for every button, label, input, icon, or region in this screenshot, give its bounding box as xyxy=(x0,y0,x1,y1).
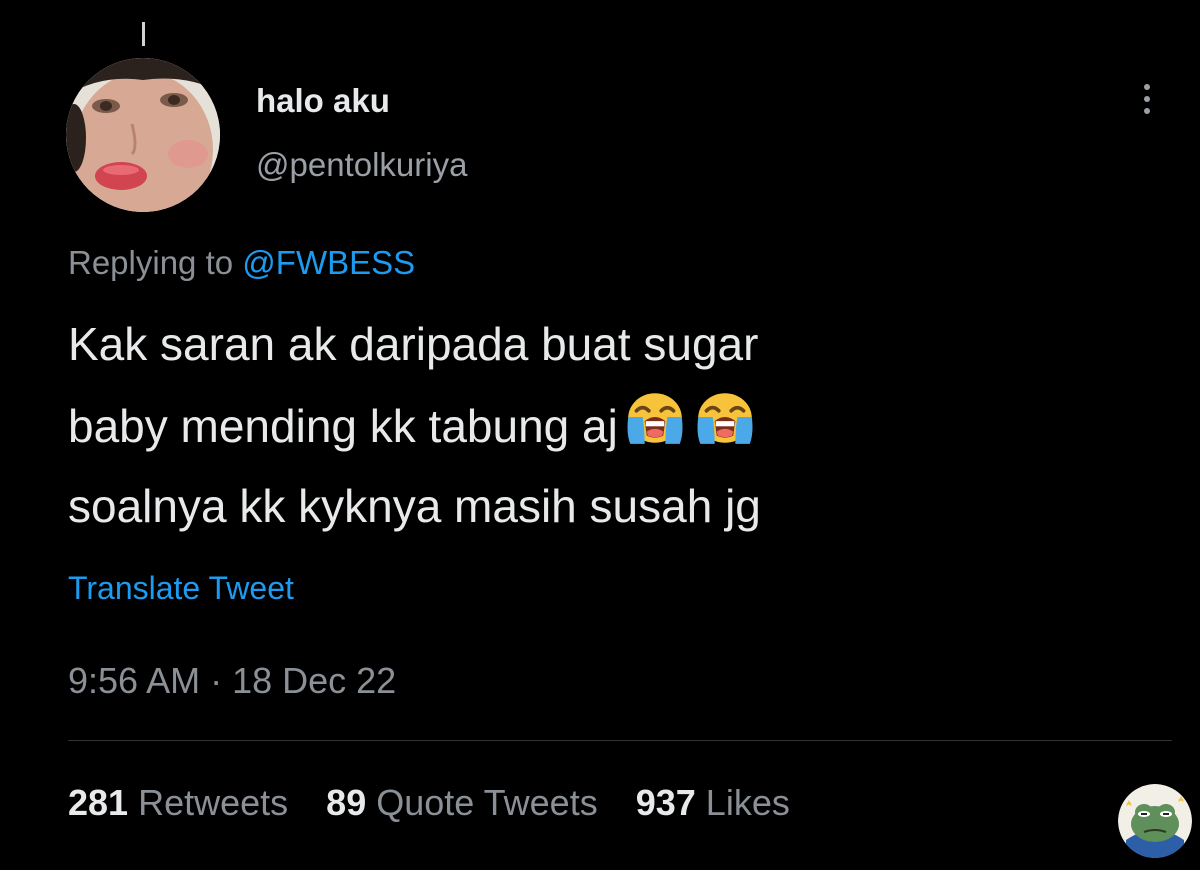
more-vertical-icon xyxy=(1144,84,1150,90)
quote-tweets-count: 89 xyxy=(326,782,367,823)
likes-label: Likes xyxy=(705,782,790,823)
display-name[interactable]: halo aku xyxy=(256,82,390,120)
frog-watermark-icon xyxy=(1118,784,1192,858)
more-options-button[interactable] xyxy=(1132,76,1162,122)
user-handle[interactable]: @pentolkuriya xyxy=(256,146,467,184)
avatar[interactable] xyxy=(66,58,220,212)
avatar-image xyxy=(66,58,220,212)
reply-mention-link[interactable]: @FWBESS xyxy=(242,244,415,281)
likes-stat[interactable]: 937 Likes xyxy=(636,782,790,824)
replying-to: Replying to @FWBESS xyxy=(68,244,415,282)
tweet-line-text: baby mending kk tabung aj xyxy=(68,400,618,452)
retweets-count: 281 xyxy=(68,782,129,823)
replying-to-label: Replying to xyxy=(68,244,234,281)
retweets-label: Retweets xyxy=(138,782,289,823)
retweets-stat[interactable]: 281 Retweets xyxy=(68,782,288,824)
likes-count: 937 xyxy=(635,782,696,823)
more-vertical-icon xyxy=(1144,108,1150,114)
divider-tick xyxy=(142,22,145,46)
more-vertical-icon xyxy=(1144,96,1150,102)
tweet-line: soalnya kk kyknya masih susah jg xyxy=(68,480,761,532)
tweet-line: Kak saran ak daripada buat sugar xyxy=(68,318,759,370)
tweet-timestamp[interactable]: 9:56 AM · 18 Dec 22 xyxy=(68,660,396,702)
quote-tweets-stat[interactable]: 89 Quote Tweets xyxy=(326,782,598,824)
tweet-text: Kak saran ak daripada buat sugar baby me… xyxy=(68,304,1148,546)
loudly-crying-face-icon xyxy=(622,384,688,450)
translate-tweet-link[interactable]: Translate Tweet xyxy=(68,570,294,607)
tweet-line: baby mending kk tabung aj xyxy=(68,384,1148,466)
loudly-crying-face-icon xyxy=(692,384,758,450)
quote-tweets-label: Quote Tweets xyxy=(376,782,598,823)
stats-divider xyxy=(68,740,1172,741)
tweet-stats: 281 Retweets 89 Quote Tweets 937 Likes xyxy=(68,782,790,824)
